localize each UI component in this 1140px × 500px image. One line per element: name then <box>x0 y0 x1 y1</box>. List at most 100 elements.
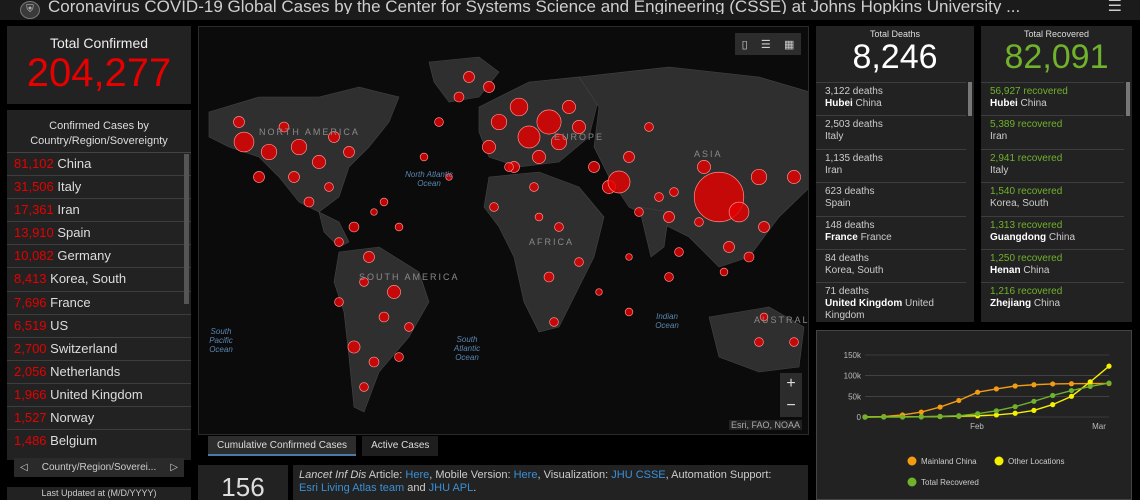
case-bubble[interactable] <box>347 340 361 354</box>
list-item[interactable]: 1,216 recovered Zhejiang China <box>981 282 1124 315</box>
recovered-list-scrollbar[interactable] <box>1126 82 1130 116</box>
case-bubble[interactable] <box>509 97 529 117</box>
case-bubble[interactable] <box>434 117 444 127</box>
list-item[interactable]: 2,503 deaths Italy <box>816 115 966 148</box>
case-bubble[interactable] <box>789 337 799 347</box>
mobile-version-link[interactable]: Here <box>514 469 538 481</box>
case-bubble[interactable] <box>394 222 404 232</box>
case-bubble[interactable] <box>404 322 414 332</box>
case-bubble[interactable] <box>363 251 375 263</box>
list-item[interactable]: 1,540 recovered Korea, South <box>981 182 1124 215</box>
list-item[interactable]: 2,941 recovered Italy <box>981 148 1124 182</box>
case-bubble[interactable] <box>378 311 390 323</box>
case-bubble[interactable] <box>625 253 633 261</box>
list-item[interactable]: 1,250 recovered Henan China <box>981 248 1124 282</box>
tab-active-cases[interactable]: Active Cases <box>362 436 439 456</box>
case-bubble[interactable] <box>482 140 496 154</box>
case-bubble[interactable] <box>624 307 634 317</box>
list-item[interactable]: 2,700 Switzerland <box>7 338 191 361</box>
esri-living-atlas-link[interactable]: Esri Living Atlas team <box>299 482 404 494</box>
case-bubble[interactable] <box>387 285 401 299</box>
case-bubble[interactable] <box>453 91 465 103</box>
case-bubble[interactable] <box>233 116 245 128</box>
list-item[interactable]: 1,313 recovered Guangdong China <box>981 215 1124 249</box>
deaths-list[interactable]: 3,122 deaths Hubei China 2,503 deaths Italy… <box>816 82 966 322</box>
case-bubble[interactable] <box>623 151 635 163</box>
case-bubble[interactable] <box>549 317 559 327</box>
case-bubble[interactable] <box>348 221 360 233</box>
case-bubble[interactable] <box>723 241 735 253</box>
case-bubble[interactable] <box>504 162 514 172</box>
case-bubble[interactable] <box>543 271 555 283</box>
case-bubble[interactable] <box>253 171 265 183</box>
case-bubble[interactable] <box>595 288 603 296</box>
list-item[interactable]: 1,966 United Kingdom <box>7 384 191 408</box>
case-bubble[interactable] <box>588 161 600 173</box>
legend-icon[interactable]: ☰ <box>761 38 771 51</box>
case-bubble[interactable] <box>489 202 499 212</box>
case-bubble[interactable] <box>288 171 300 183</box>
list-item[interactable]: 71 deaths United Kingdom United Kingdom <box>816 282 966 321</box>
case-bubble[interactable] <box>517 125 541 149</box>
bookmark-icon[interactable]: ▯ <box>742 38 748 51</box>
tab-cumulative-confirmed[interactable]: Cumulative Confirmed Cases <box>208 436 357 456</box>
hamburger-menu-icon[interactable]: ☰ <box>1108 0 1122 15</box>
list-item[interactable]: 1,486 Belgium <box>7 430 191 451</box>
list-item[interactable]: 1,135 deaths Iran <box>816 148 966 182</box>
case-bubble[interactable] <box>334 237 344 247</box>
case-bubble[interactable] <box>303 196 315 208</box>
map-canvas[interactable] <box>199 27 809 435</box>
case-bubble[interactable] <box>370 208 378 216</box>
pager-prev-icon[interactable]: ◁ <box>20 462 28 473</box>
case-bubble[interactable] <box>664 272 674 282</box>
case-bubble[interactable] <box>554 222 564 232</box>
case-bubble[interactable] <box>654 192 664 202</box>
jhu-csse-link[interactable]: JHU CSSE <box>611 469 665 481</box>
case-bubble[interactable] <box>463 71 475 83</box>
zoom-out-button[interactable]: − <box>780 395 802 417</box>
basemap-gallery-icon[interactable]: ▦ <box>784 38 794 51</box>
case-bubble[interactable] <box>674 247 684 257</box>
list-item[interactable]: 3,122 deaths Hubei China <box>816 82 966 115</box>
pager-next-icon[interactable]: ▷ <box>170 462 178 473</box>
list-item[interactable]: 6,519 US <box>7 315 191 338</box>
case-bubble[interactable] <box>754 337 764 347</box>
case-bubble[interactable] <box>359 382 369 392</box>
case-bubble[interactable] <box>574 257 584 267</box>
list-item[interactable]: 1,527 Norway <box>7 407 191 431</box>
case-bubble[interactable] <box>324 182 334 192</box>
case-bubble[interactable] <box>343 146 355 158</box>
list-item[interactable]: 17,361 Iran <box>7 199 191 223</box>
confirmed-list-rows[interactable]: 81,102 China 31,506 Italy 17,361 Iran 13,91… <box>7 153 191 451</box>
case-bubble[interactable] <box>728 201 750 223</box>
case-bubble[interactable] <box>634 207 644 217</box>
case-bubble[interactable] <box>758 221 770 233</box>
list-item[interactable]: 148 deaths France France <box>816 215 966 249</box>
case-bubble[interactable] <box>607 170 631 194</box>
list-item[interactable]: 56,927 recovered Hubei China <box>981 82 1124 115</box>
deaths-list-scrollbar[interactable] <box>968 82 972 116</box>
confirmed-list-scrollbar[interactable] <box>184 154 189 304</box>
case-bubble[interactable] <box>750 168 768 186</box>
jhu-apl-link[interactable]: JHU APL <box>429 482 474 494</box>
list-item[interactable]: 81,102 China <box>7 153 191 177</box>
case-bubble[interactable] <box>719 267 729 277</box>
case-bubble[interactable] <box>534 212 544 222</box>
list-item[interactable]: 31,506 Italy <box>7 176 191 200</box>
case-bubble[interactable] <box>536 109 562 135</box>
case-bubble[interactable] <box>694 217 704 227</box>
case-bubble[interactable] <box>529 182 539 192</box>
case-bubble[interactable] <box>233 131 255 153</box>
list-item[interactable]: 623 deaths Spain <box>816 182 966 215</box>
case-bubble[interactable] <box>490 113 508 131</box>
list-item[interactable]: 2,056 Netherlands <box>7 361 191 384</box>
case-bubble[interactable] <box>562 100 576 114</box>
case-bubble[interactable] <box>669 187 679 197</box>
list-item[interactable]: 84 deaths Korea, South <box>816 248 966 282</box>
case-bubble[interactable] <box>644 122 654 132</box>
case-bubble[interactable] <box>312 155 326 169</box>
list-item[interactable]: 5,389 recovered Iran <box>981 115 1124 148</box>
case-bubble[interactable] <box>260 143 278 161</box>
zoom-in-button[interactable]: + <box>780 373 802 395</box>
world-map[interactable]: NORTH AMERICA SOUTH AMERICA AFRICA EUROP… <box>198 26 809 435</box>
